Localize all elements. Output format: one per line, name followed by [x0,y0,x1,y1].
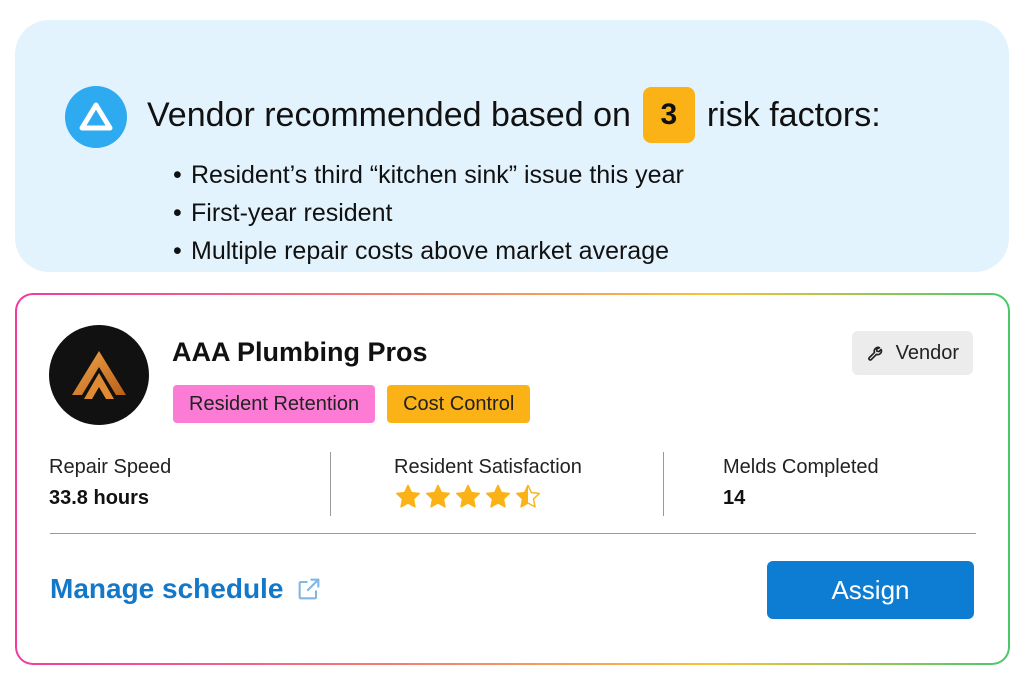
chevron-peak-logo-icon [72,351,126,399]
list-item: • Resident’s third “kitchen sink” issue t… [173,156,684,194]
star-icon [485,484,511,508]
wrench-icon [867,346,882,361]
vendor-type-badge: Vendor [851,331,973,375]
risk-factor-text: Resident’s third “kitchen sink” issue th… [191,161,684,189]
vendor-tags: Resident Retention Cost Control [173,385,531,423]
vendor-card: AAA Plumbing Pros Resident Retention Cos… [15,293,1010,665]
stat-label: Resident Satisfaction [394,456,582,478]
vendor-stats: Repair Speed 33.8 hours Resident Satisfa… [17,450,1008,516]
avatar [49,325,149,425]
star-rating [394,483,582,511]
stat-label: Repair Speed [49,456,172,478]
assign-button[interactable]: Assign [767,561,974,619]
stat-resident-satisfaction: Resident Satisfaction [394,456,582,511]
risk-count-badge: 3 [642,87,695,143]
divider [330,452,331,516]
star-icon [425,484,451,508]
divider [663,452,664,516]
risk-factor-list: • Resident’s third “kitchen sink” issue t… [173,156,684,270]
title-suffix: risk factors: [706,95,881,134]
tag-cost-control: Cost Control [387,385,531,423]
vendor-badge-label: Vendor [895,341,959,364]
external-link-icon[interactable] [295,575,323,603]
stat-repair-speed: Repair Speed 33.8 hours [49,456,171,510]
triangle-logo-icon [65,86,127,148]
stat-label: Melds Completed [723,456,879,478]
stat-melds-completed: Melds Completed 14 [723,456,879,510]
risk-factor-text: First-year resident [191,199,393,227]
list-item: • First-year resident [173,194,684,232]
stat-value: 14 [723,487,746,509]
stat-value: 33.8 hours [49,487,150,509]
list-item: • Multiple repair costs above market aver… [173,232,684,270]
vendor-card-body: AAA Plumbing Pros Resident Retention Cos… [17,295,1008,663]
divider [50,533,976,534]
star-icon [455,484,481,508]
manage-schedule-link[interactable]: Manage schedule [50,573,323,605]
vendor-name: AAA Plumbing Pros [172,337,428,367]
recommendation-title: Vendor recommended based on 3 risk facto… [147,87,881,143]
star-icon [395,484,421,508]
star-icon [515,484,541,508]
manage-schedule-label[interactable]: Manage schedule [50,573,283,605]
tag-resident-retention: Resident Retention [173,385,376,423]
risk-factor-text: Multiple repair costs above market avera… [191,237,670,265]
title-prefix: Vendor recommended based on [147,95,631,134]
recommendation-banner: Vendor recommended based on 3 risk facto… [15,20,1009,272]
